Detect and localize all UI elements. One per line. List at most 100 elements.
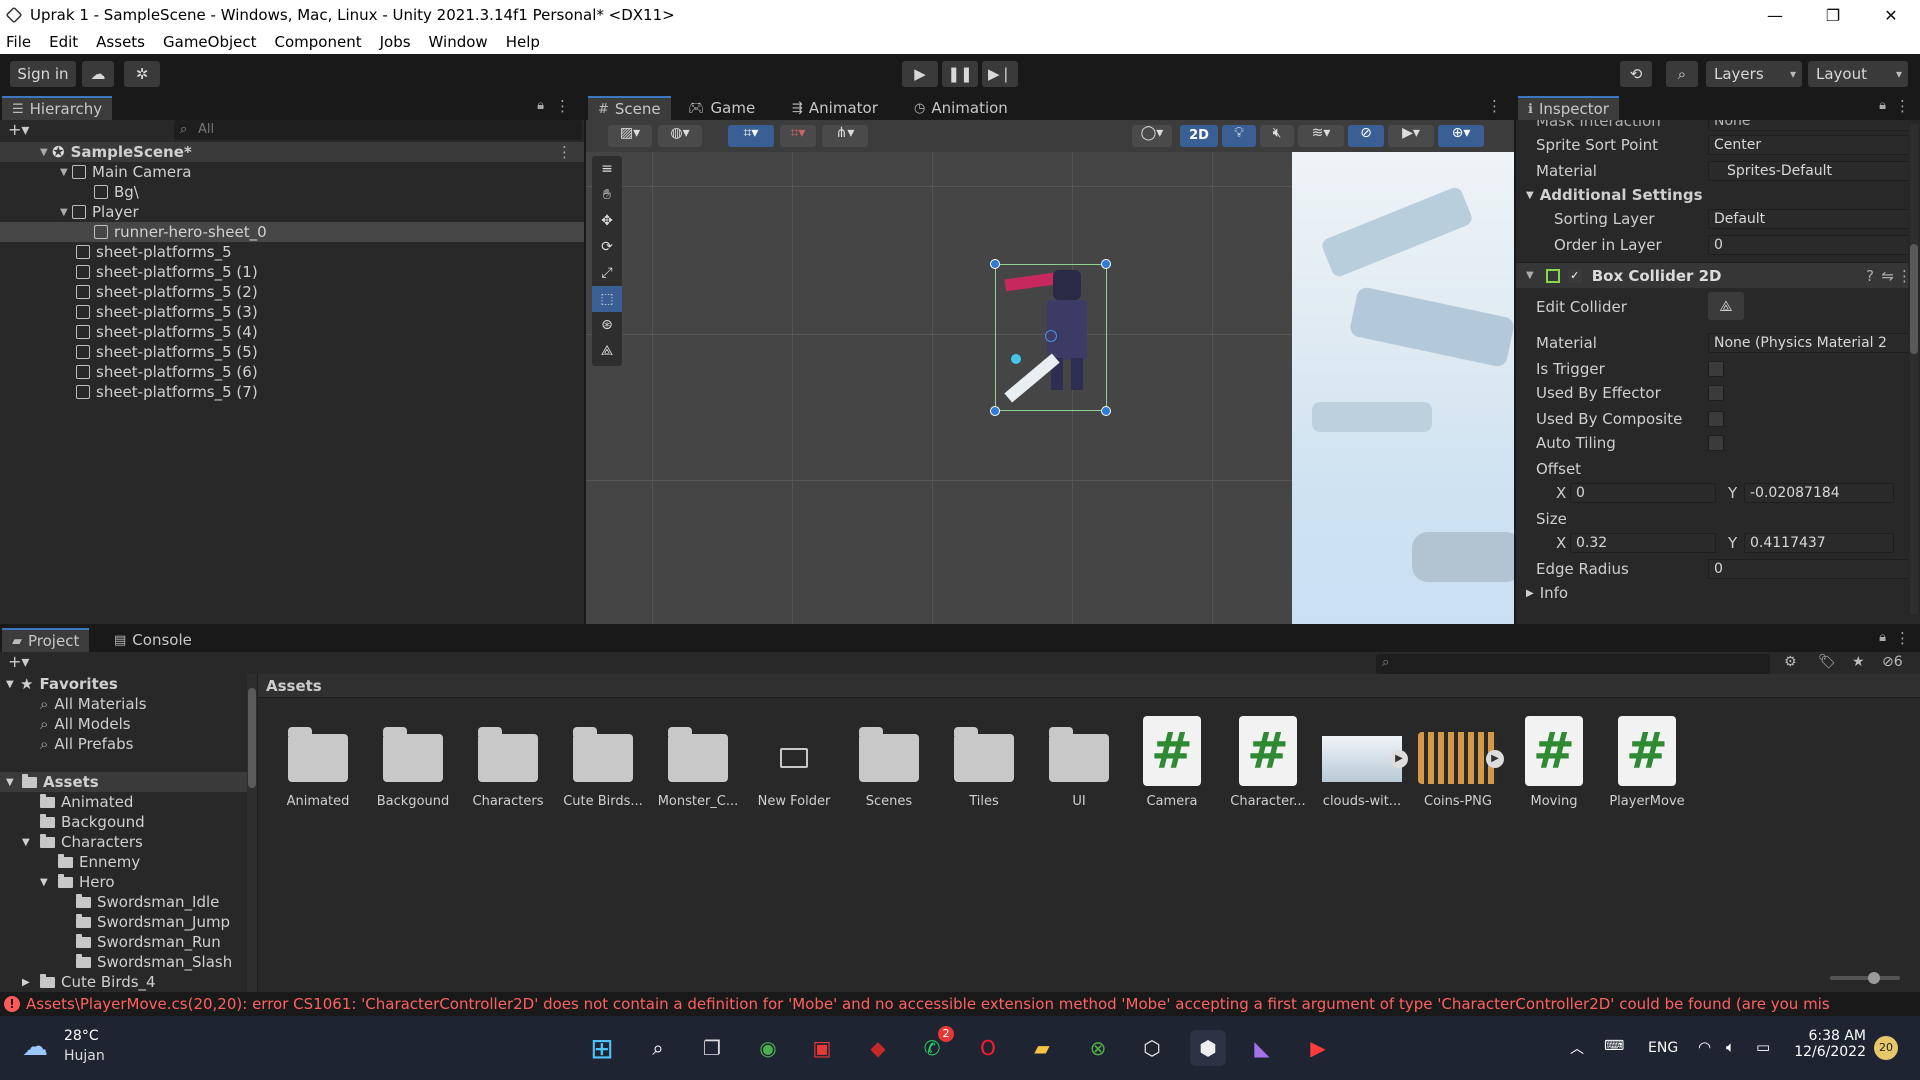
tab-scene[interactable]: # Scene bbox=[588, 96, 671, 120]
tab-game[interactable]: 🎮︎ Game bbox=[678, 96, 765, 120]
menu-gameobject[interactable]: GameObject bbox=[163, 33, 257, 51]
background-sprite[interactable] bbox=[1292, 152, 1514, 624]
tree-swordsman-slash[interactable]: Swordsman_Slash bbox=[0, 952, 250, 972]
more-options-icon[interactable]: ⋮ bbox=[555, 97, 570, 115]
add-icon[interactable]: +▾ bbox=[8, 120, 29, 139]
transform-tool-icon[interactable]: ⊛ bbox=[592, 312, 622, 338]
hierarchy-item-main-camera[interactable]: ▼ Main Camera bbox=[0, 162, 584, 182]
box-collider-header[interactable]: ▼ ✓ Box Collider 2D ? ⇋ ⋮ bbox=[1516, 262, 1908, 288]
camera-icon[interactable]: ▶▾ bbox=[1388, 125, 1434, 147]
tree-all-materials[interactable]: ⌕ All Materials bbox=[0, 694, 250, 714]
hierarchy-item-platform[interactable]: sheet-platforms_5 bbox=[0, 242, 584, 262]
expand-arrow-icon[interactable]: ▼ bbox=[60, 167, 72, 178]
tree-all-prefabs[interactable]: ⌕ All Prefabs bbox=[0, 734, 250, 754]
clock[interactable]: 6:38 AM 12/6/2022 bbox=[1794, 1028, 1866, 1060]
tab-console[interactable]: ▤ Console bbox=[104, 628, 202, 652]
asset-folder[interactable]: Tiles bbox=[938, 722, 1030, 809]
tree-backgound[interactable]: Backgound bbox=[0, 812, 250, 832]
scene-viewport[interactable]: ≡ ✋︎ ✥ ⟳ ⤢ ⬚ ⊛ ⟁ bbox=[586, 152, 1514, 624]
volume-icon[interactable]: 🔈︎ bbox=[1726, 1038, 1735, 1056]
hierarchy-item-runner-hero[interactable]: runner-hero-sheet_0 bbox=[0, 222, 584, 242]
effects-icon[interactable]: ≋▾ bbox=[1298, 125, 1344, 147]
rect-handle[interactable] bbox=[990, 406, 1000, 416]
zoom-slider[interactable] bbox=[1830, 972, 1900, 984]
asset-folder[interactable]: Cute Birds... bbox=[557, 722, 649, 809]
asset-folder[interactable]: Characters bbox=[462, 722, 554, 809]
zoom-slider-thumb[interactable] bbox=[1868, 972, 1880, 984]
search-icon[interactable]: ⌕ bbox=[1666, 61, 1698, 87]
tab-animator[interactable]: ⇶ Animator bbox=[782, 96, 888, 120]
menu-jobs[interactable]: Jobs bbox=[380, 33, 411, 51]
tree-swordsman-jump[interactable]: Swordsman_Jump bbox=[0, 912, 250, 932]
app-icon[interactable]: ◆ bbox=[860, 1030, 896, 1066]
hierarchy-item-platform[interactable]: sheet-platforms_5 (2) bbox=[0, 282, 584, 302]
asset-folder[interactable]: Backgound bbox=[367, 722, 459, 809]
scrollbar-thumb[interactable] bbox=[1910, 244, 1918, 354]
lock-icon[interactable]: 🔒︎ bbox=[1879, 630, 1886, 645]
offset-y-field[interactable]: -0.02087184 bbox=[1744, 483, 1894, 503]
tab-animation[interactable]: ◷ Animation bbox=[904, 96, 1018, 120]
move-tool-icon[interactable]: ✥ bbox=[592, 208, 622, 234]
restore-button[interactable]: ❐ bbox=[1804, 0, 1862, 30]
asset-folder[interactable]: Animated bbox=[272, 722, 364, 809]
collab-icon[interactable]: ✲ bbox=[124, 61, 160, 87]
size-y-field[interactable]: 0.4117437 bbox=[1744, 533, 1894, 553]
wifi-icon[interactable]: ◠ bbox=[1698, 1038, 1711, 1056]
menu-component[interactable]: Component bbox=[275, 33, 362, 51]
sorting-layer-dropdown[interactable]: Default bbox=[1708, 209, 1908, 229]
asset-folder[interactable]: New Folder bbox=[748, 722, 840, 809]
tree-characters[interactable]: ▼ Characters bbox=[0, 832, 250, 852]
lighting-icon[interactable]: 💡︎ bbox=[1222, 125, 1256, 147]
increment-snap-icon[interactable]: ⋔▾ bbox=[822, 125, 868, 147]
rect-tool-icon[interactable]: ⬚ bbox=[592, 286, 622, 312]
layout-dropdown[interactable]: Layout bbox=[1808, 61, 1908, 87]
hierarchy-item-player[interactable]: ▼ Player bbox=[0, 202, 584, 222]
minimize-button[interactable]: — bbox=[1746, 0, 1804, 30]
info-foldout[interactable]: ▶ Info bbox=[1526, 582, 1896, 604]
asset-image[interactable]: ▶ Coins-PNG bbox=[1412, 722, 1504, 809]
tree-favorites[interactable]: ▼ ★ Favorites bbox=[0, 674, 250, 694]
gizmos-icon[interactable]: ⊕▾ bbox=[1438, 125, 1484, 147]
close-button[interactable]: ✕ bbox=[1862, 0, 1920, 30]
notification-badge[interactable]: 20 bbox=[1874, 1036, 1898, 1060]
cloud-icon[interactable]: ☁ bbox=[82, 61, 114, 87]
hierarchy-item-platform[interactable]: sheet-platforms_5 (7) bbox=[0, 382, 584, 402]
hidden-packages-icon[interactable]: ⊘6 bbox=[1882, 654, 1903, 670]
tab-project[interactable]: ▰ Project bbox=[2, 628, 90, 652]
grid-snap-icon[interactable]: ⌗▾ bbox=[780, 125, 816, 147]
tree-swordsman-idle[interactable]: Swordsman_Idle bbox=[0, 892, 250, 912]
tree-animated[interactable]: Animated bbox=[0, 792, 250, 812]
menu-file[interactable]: File bbox=[6, 33, 31, 51]
render-mode-icon[interactable]: ◯▾ bbox=[1132, 125, 1172, 147]
keyboard-icon[interactable]: ⌨ bbox=[1604, 1038, 1624, 1054]
app-icon[interactable]: ▣ bbox=[804, 1030, 840, 1066]
draw-mode-icon[interactable]: ▨▾ bbox=[608, 125, 652, 147]
tree-assets[interactable]: ▼ Assets bbox=[0, 772, 250, 792]
used-by-effector-checkbox[interactable] bbox=[1708, 385, 1724, 401]
tree-swordsman-run[interactable]: Swordsman_Run bbox=[0, 932, 250, 952]
hierarchy-item-bg[interactable]: Bg\ bbox=[0, 182, 584, 202]
whatsapp-icon[interactable]: ✆ 2 bbox=[914, 1026, 954, 1066]
media-player-icon[interactable]: ▶ bbox=[1300, 1030, 1336, 1066]
asset-folder[interactable]: UI bbox=[1033, 722, 1125, 809]
status-bar[interactable]: ! Assets\PlayerMove.cs(20,20): error CS1… bbox=[0, 992, 1920, 1016]
auto-tiling-checkbox[interactable] bbox=[1708, 435, 1724, 451]
tree-scrollbar[interactable] bbox=[247, 674, 257, 992]
used-by-composite-checkbox[interactable] bbox=[1708, 411, 1724, 427]
error-message[interactable]: Assets\PlayerMove.cs(20,20): error CS106… bbox=[26, 995, 1830, 1013]
rect-handle[interactable] bbox=[990, 259, 1000, 269]
hidden-objects-icon[interactable]: ⊘ bbox=[1348, 125, 1384, 147]
more-options-icon[interactable]: ⋮ bbox=[1487, 97, 1502, 115]
scene-menu-icon[interactable]: ⋮ bbox=[557, 143, 572, 161]
chrome-icon[interactable]: ◉ bbox=[750, 1030, 786, 1066]
filter-type-icon[interactable]: ⚙ bbox=[1784, 654, 1797, 670]
enabled-checkbox[interactable]: ✓ bbox=[1567, 268, 1582, 283]
edge-radius-field[interactable]: 0 bbox=[1708, 559, 1908, 579]
mask-interaction-value[interactable]: None bbox=[1708, 120, 1908, 131]
global-icon[interactable]: ◍▾ bbox=[658, 125, 702, 147]
asset-script[interactable]: # Moving bbox=[1508, 716, 1600, 809]
tab-hierarchy[interactable]: ☰ Hierarchy bbox=[2, 96, 113, 120]
project-search-input[interactable]: ⌕ bbox=[1376, 654, 1770, 674]
hierarchy-item-platform[interactable]: sheet-platforms_5 (4) bbox=[0, 322, 584, 342]
material-field[interactable]: Sprites-Default bbox=[1708, 161, 1908, 181]
